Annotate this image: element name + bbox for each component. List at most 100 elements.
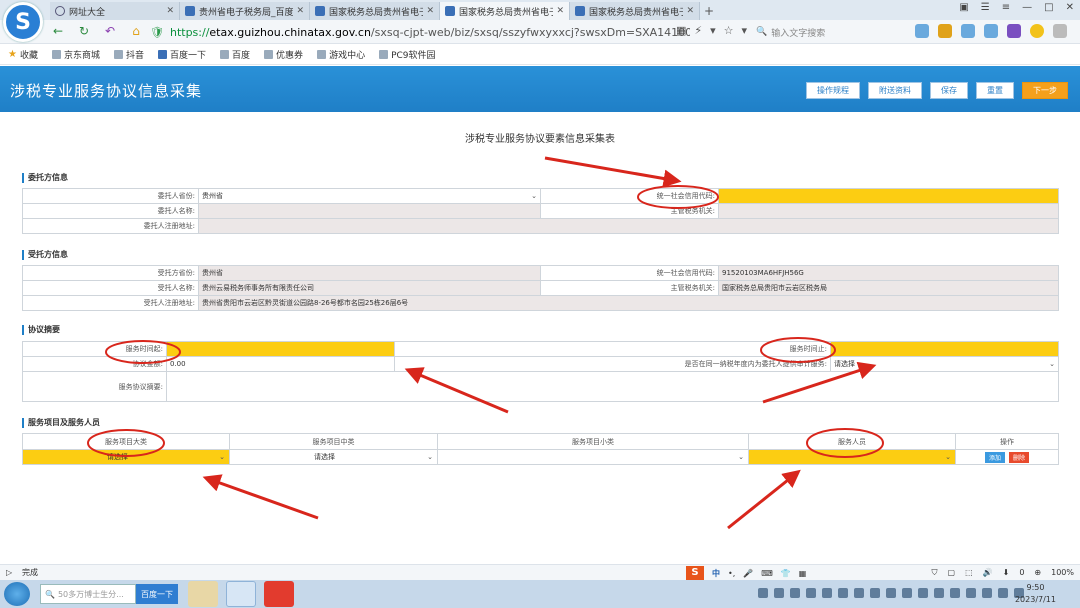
service-end-input[interactable] (830, 341, 1059, 357)
file-explorer-icon[interactable] (188, 581, 218, 607)
address-bar[interactable]: 🛡 https://etax.guizhou.chinatax.gov.cn/s… (150, 23, 690, 41)
undo-icon[interactable]: ↶ (102, 24, 118, 38)
staff-select[interactable]: ⌄ (748, 449, 956, 465)
agreement-summary-textarea[interactable] (166, 371, 1059, 402)
close-tab-icon[interactable]: ✕ (296, 6, 304, 16)
zoom-level[interactable]: 100% (1051, 568, 1074, 577)
tray-icon[interactable] (870, 588, 880, 598)
major-category-select[interactable]: 请选择 ⌄ (22, 449, 230, 465)
tray-icon[interactable] (998, 588, 1008, 598)
home-icon[interactable]: ⌂ (128, 24, 144, 38)
sidebar-toggle-icon[interactable]: ▷ (6, 568, 12, 577)
start-button[interactable] (4, 582, 30, 606)
tab-etax-3[interactable]: 国家税务总局贵州省电子 ✕ (570, 2, 700, 20)
chevron-down-icon[interactable]: ▾ (710, 24, 716, 37)
chevron-down-icon[interactable]: ▾ (742, 24, 748, 37)
bookmark-coupon[interactable]: 优惠券 (264, 48, 303, 61)
crop-icon[interactable]: ⬚ (965, 568, 973, 577)
bookmark-games[interactable]: 游戏中心 (317, 48, 365, 61)
sound-icon[interactable]: 🔊 (983, 568, 993, 577)
close-tab-icon[interactable]: ✕ (556, 6, 564, 16)
new-tab-button[interactable]: + (700, 2, 718, 20)
operation-rules-button[interactable]: 操作规程 (806, 82, 860, 99)
bookmark-pc9[interactable]: PC9软件园 (379, 48, 436, 61)
close-tab-icon[interactable]: ✕ (686, 6, 694, 16)
skin-icon[interactable]: 👕 (781, 569, 791, 578)
tray-icon[interactable] (982, 588, 992, 598)
sogou-browser-logo[interactable]: S (3, 2, 43, 42)
bookmark-douyin[interactable]: 抖音 (114, 48, 144, 61)
skin-icon[interactable]: ☰ (981, 2, 990, 13)
scissors-icon[interactable] (1007, 24, 1021, 38)
tray-icon[interactable] (854, 588, 864, 598)
download-icon[interactable]: ⬇ (1003, 568, 1010, 577)
taskbar-clock[interactable]: 9:50 2023/7/11 (1015, 582, 1056, 606)
bookmark-baidu[interactable]: 百度 (220, 48, 250, 61)
grid-icon[interactable]: ▦ (799, 569, 807, 578)
tab-etax-1[interactable]: 国家税务总局贵州省电子 ✕ (310, 2, 440, 20)
sogou-ime-icon[interactable]: S (686, 566, 704, 580)
shield-check-icon[interactable]: ⛉ (932, 568, 938, 578)
bookmark-star-icon[interactable]: ☆ (724, 24, 734, 37)
add-row-button[interactable]: 添加 (984, 451, 1005, 463)
tray-icon[interactable] (966, 588, 976, 598)
sync-icon[interactable]: ▣ (959, 2, 968, 13)
refresh-icon[interactable]: ↻ (76, 24, 92, 38)
agreement-amount-input[interactable]: 0.00 (166, 356, 395, 372)
image-icon[interactable]: ▢ (948, 568, 956, 577)
phone-icon[interactable] (961, 24, 975, 38)
bookmark-favorites[interactable]: ★ 收藏 (8, 48, 38, 61)
client-credit-code-input[interactable] (718, 188, 1059, 204)
minor-category-select[interactable]: ⌄ (437, 449, 749, 465)
more-icon[interactable] (1053, 24, 1067, 38)
next-step-button[interactable]: 下一步 (1022, 82, 1068, 99)
tray-icon[interactable] (886, 588, 896, 598)
taskbar-search-button[interactable]: 百度一下 (136, 584, 178, 604)
middle-category-select[interactable]: 请选择 ⌄ (229, 449, 438, 465)
search-input[interactable]: 🔍 输入文字搜索 (756, 24, 906, 40)
sogou-browser-taskbar-icon[interactable] (226, 581, 256, 607)
service-start-input[interactable] (166, 341, 395, 357)
emoji-icon[interactable] (1030, 24, 1044, 38)
qr-icon[interactable]: ▦ (676, 24, 686, 37)
tray-icon[interactable] (902, 588, 912, 598)
chinese-mode-icon[interactable]: 中 (712, 568, 720, 579)
lightning-icon[interactable]: ⚡ (694, 24, 702, 37)
tray-icon[interactable] (774, 588, 784, 598)
zoom-icon[interactable]: ⊕ (1034, 568, 1041, 577)
client-province-select[interactable]: 贵州省 ⌄ (198, 188, 541, 204)
tray-icon[interactable] (822, 588, 832, 598)
save-button[interactable]: 保存 (930, 82, 968, 99)
close-tab-icon[interactable]: ✕ (426, 6, 434, 16)
key-icon[interactable] (938, 24, 952, 38)
login-icon[interactable] (915, 24, 929, 38)
tray-icon[interactable] (758, 588, 768, 598)
tab-url-navigator[interactable]: 网址大全 ✕ (50, 2, 180, 20)
tray-icon[interactable] (790, 588, 800, 598)
microphone-icon[interactable]: 🎤 (743, 569, 753, 578)
menu-icon[interactable]: ≡ (1002, 2, 1010, 13)
tab-baidu-search[interactable]: 贵州省电子税务局_百度 ✕ (180, 2, 310, 20)
tray-icon[interactable] (934, 588, 944, 598)
tray-icon[interactable] (806, 588, 816, 598)
close-window-button[interactable]: ✕ (1066, 2, 1074, 13)
keyboard-icon[interactable]: ⌨ (761, 569, 773, 578)
delete-row-button[interactable]: 删除 (1009, 451, 1030, 463)
reset-button[interactable]: 重置 (976, 82, 1014, 99)
taskbar-search-input[interactable]: 🔍 50多万博士生分... (40, 584, 136, 604)
tab-etax-active[interactable]: 国家税务总局贵州省电子 ✕ (440, 2, 570, 20)
url-text[interactable]: https://etax.guizhou.chinatax.gov.cn/sxs… (170, 26, 690, 39)
tray-icon[interactable] (838, 588, 848, 598)
attachments-button[interactable]: 附送资料 (868, 82, 922, 99)
minimize-button[interactable]: — (1022, 2, 1032, 13)
bookmark-baidu-search[interactable]: 百度一下 (158, 48, 206, 61)
maximize-button[interactable]: □ (1044, 2, 1053, 13)
close-tab-icon[interactable]: ✕ (166, 6, 174, 16)
audit-service-select[interactable]: 请选择 ⌄ (830, 356, 1059, 372)
bookmark-jd[interactable]: 京东商城 (51, 48, 100, 61)
wps-icon[interactable] (264, 581, 294, 607)
tray-icon[interactable] (950, 588, 960, 598)
window-icon[interactable] (984, 24, 998, 38)
back-icon[interactable]: ← (50, 24, 66, 38)
tray-icon[interactable] (918, 588, 928, 598)
